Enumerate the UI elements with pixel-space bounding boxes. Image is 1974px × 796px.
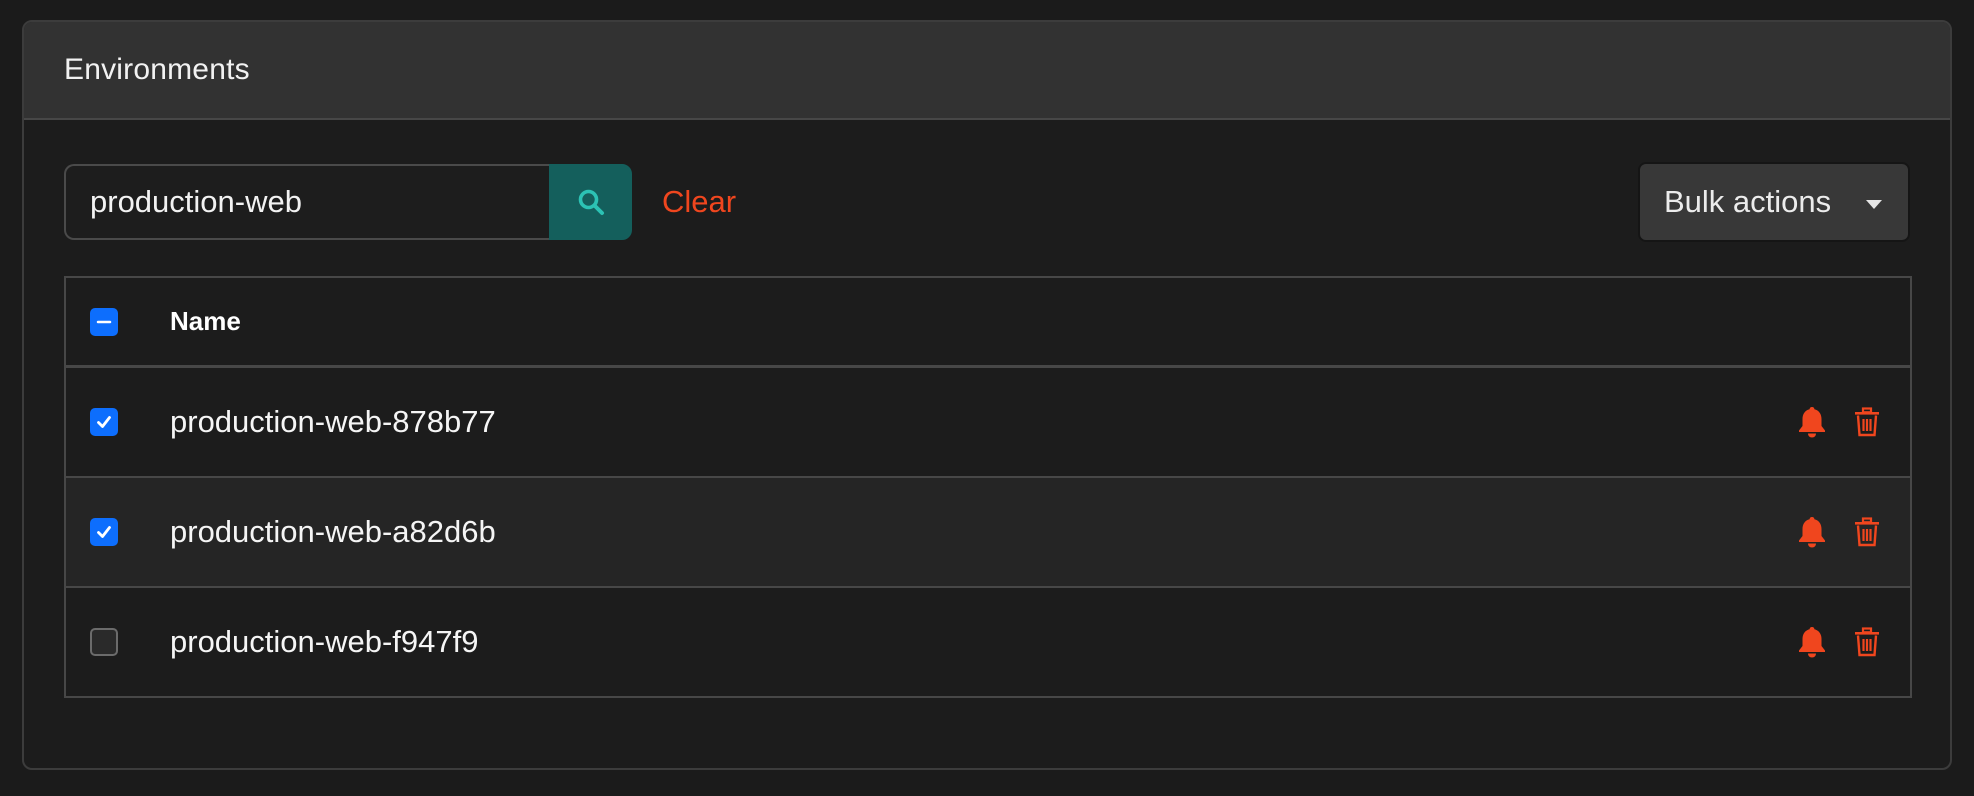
trash-icon[interactable] bbox=[1854, 627, 1880, 657]
search-icon bbox=[578, 189, 604, 215]
clear-link[interactable]: Clear bbox=[662, 162, 736, 242]
minus-icon bbox=[96, 320, 112, 323]
table-row: production-web-a82d6b bbox=[66, 478, 1910, 588]
column-header-name[interactable]: Name bbox=[170, 306, 241, 337]
table-header: Name bbox=[66, 278, 1910, 368]
bell-icon[interactable] bbox=[1796, 405, 1828, 439]
select-all-checkbox[interactable] bbox=[90, 307, 118, 336]
table-row: production-web-878b77 bbox=[66, 368, 1910, 478]
panel-header: Environments bbox=[24, 22, 1950, 120]
row-checkbox[interactable] bbox=[90, 518, 118, 546]
search-button[interactable] bbox=[549, 164, 632, 240]
checkmark-icon bbox=[97, 526, 111, 538]
trash-icon[interactable] bbox=[1854, 517, 1880, 547]
environment-name[interactable]: production-web-878b77 bbox=[170, 404, 496, 440]
toolbar: Clear Bulk actions bbox=[64, 162, 1910, 242]
bell-icon[interactable] bbox=[1796, 625, 1828, 659]
row-actions bbox=[1796, 405, 1880, 439]
bell-icon[interactable] bbox=[1796, 515, 1828, 549]
search-group bbox=[64, 164, 632, 240]
search-input[interactable] bbox=[64, 164, 549, 240]
bulk-actions-label: Bulk actions bbox=[1664, 184, 1832, 219]
row-actions bbox=[1796, 625, 1880, 659]
environments-table: Name production-web-878b77 production-we… bbox=[64, 276, 1912, 698]
checkmark-icon bbox=[97, 416, 111, 428]
caret-down-icon bbox=[1866, 200, 1882, 209]
table-row: production-web-f947f9 bbox=[66, 588, 1910, 696]
row-checkbox[interactable] bbox=[90, 408, 118, 436]
environment-name[interactable]: production-web-a82d6b bbox=[170, 514, 496, 550]
environments-panel: Environments Clear Bulk actions Na bbox=[22, 20, 1952, 770]
row-checkbox[interactable] bbox=[90, 628, 118, 656]
panel-title: Environments bbox=[64, 53, 250, 86]
environment-name[interactable]: production-web-f947f9 bbox=[170, 624, 478, 660]
trash-icon[interactable] bbox=[1854, 407, 1880, 437]
bulk-actions-dropdown[interactable]: Bulk actions bbox=[1638, 162, 1910, 242]
row-actions bbox=[1796, 515, 1880, 549]
